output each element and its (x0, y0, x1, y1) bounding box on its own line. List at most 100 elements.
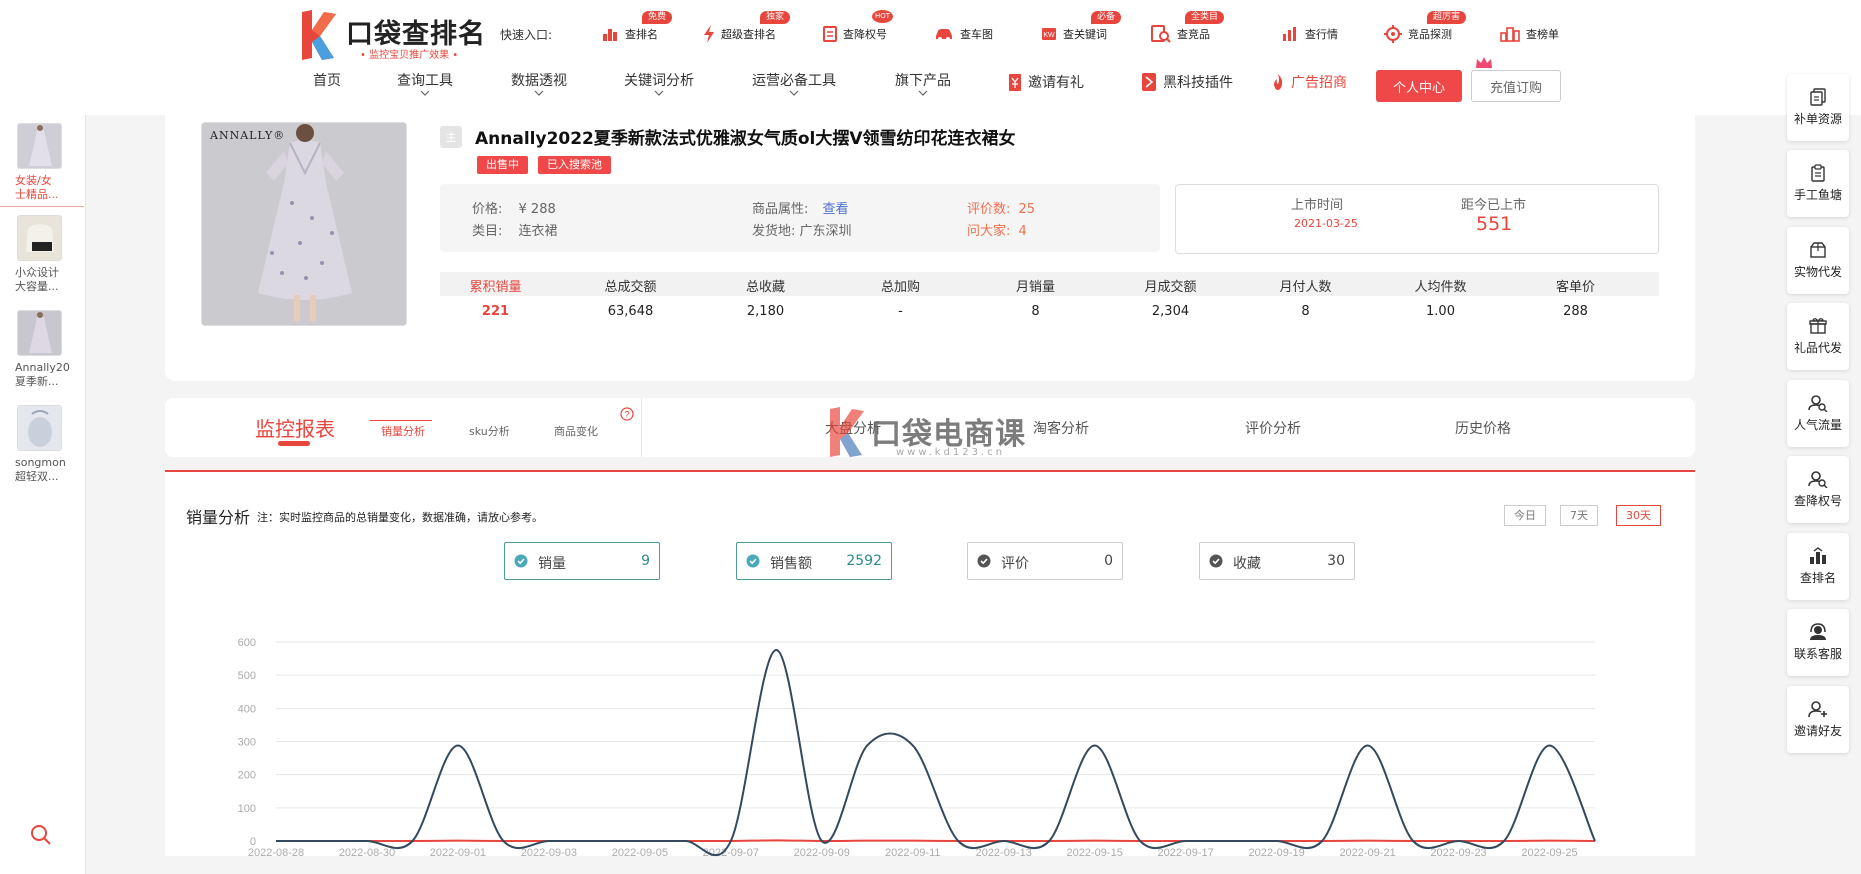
category-label: 类目: (472, 224, 503, 239)
logo[interactable]: 口袋查排名 • 监控宝贝推广效果 • (298, 8, 490, 63)
history-item[interactable]: Annally20 夏季新... (0, 302, 84, 394)
quick-link-demotion-check[interactable]: 查降权号 HOT (823, 10, 893, 44)
metric-label: 评价 (1001, 556, 1029, 572)
history-label: 女装/女 (15, 174, 52, 187)
stat-label: 总成交额 (604, 280, 657, 295)
top-header: 口袋查排名 • 监控宝贝推广效果 • 快速入口: 查排名 免费 超级查排名 独家… (0, 0, 1861, 115)
sidebar-item-label: 邀请好友 (1793, 724, 1842, 738)
quick-link-label: 查行情 (1305, 28, 1338, 41)
nav-plugin[interactable]: 黑科技插件 (1141, 72, 1233, 92)
tab-review-analysis[interactable]: 评价分析 (1245, 418, 1301, 438)
quick-link-car-image[interactable]: 查车图 (934, 24, 993, 44)
quick-link-keyword[interactable]: KW 查关键词 必备 (1041, 11, 1121, 44)
watermark: 口袋电商课 www.kd123.cn (826, 403, 1025, 465)
sidebar-item-label: 查排名 (1799, 571, 1836, 585)
sidebar-item-physical-dropship[interactable]: 实物代发 (1787, 227, 1849, 294)
sales-analysis-title: 销量分析 (186, 508, 251, 527)
quick-link-competitor[interactable]: 查竞品 全类目 (1151, 11, 1224, 44)
nav-invite-reward[interactable]: 邀请有礼 (1008, 72, 1084, 92)
ship-from-value: 广东深圳 (799, 224, 852, 239)
user-search-icon (1808, 471, 1828, 488)
check-circle-icon (1209, 554, 1223, 568)
history-thumbnail (17, 405, 62, 451)
nav-home[interactable]: 首页 (313, 70, 341, 90)
quick-link-label: 查排名 (625, 28, 658, 41)
metric-toggle-sales-amount[interactable]: 销售额 2592 (736, 542, 892, 580)
ship-from-field: 发货地: 广东深圳 (752, 220, 852, 239)
quick-link-rank[interactable]: 查排名 免费 (601, 11, 672, 44)
sidebar-item-order-resources[interactable]: 补单资源 (1787, 74, 1849, 141)
nav-label: 查询工具 (397, 73, 453, 89)
history-thumbnail (17, 310, 62, 356)
bar-chart-icon (1283, 27, 1296, 41)
recharge-button[interactable]: 充值订购 (1471, 70, 1561, 102)
nav-ops-tools[interactable]: 运营必备工具 (752, 70, 836, 96)
nav-keyword-analysis[interactable]: 关键词分析 (624, 70, 694, 96)
rank-icon (1810, 547, 1826, 564)
quick-link-super-rank[interactable]: 超级查排名 独家 (703, 11, 790, 44)
metric-toggle-reviews[interactable]: 评价 0 (967, 542, 1123, 580)
sidebar-item-label: 实物代发 (1793, 265, 1842, 279)
nav-data-pivot[interactable]: 数据透视 (511, 70, 567, 96)
view-attributes-link[interactable]: 查看 (823, 202, 849, 217)
quick-link-competitor-detect[interactable]: 竞品探测 超厉害 (1384, 11, 1466, 44)
sales-line-chart: 01002003004005006002022-08-28 2022-08-30 2… (238, 637, 1596, 858)
product-title: Annally2022夏季新款法式优雅淑女气质ol大摆V领雪纺印花连衣裙女 (475, 129, 1016, 149)
tab-price-history[interactable]: 历史价格 (1455, 418, 1511, 438)
quick-link-ranking-board[interactable]: 查榜单 (1500, 24, 1559, 44)
range-30d-button[interactable]: 30天 (1616, 505, 1661, 526)
sidebar-item-rank[interactable]: 查排名 (1787, 533, 1849, 600)
history-item[interactable]: 小众设计 大容量... (0, 207, 84, 299)
sidebar-item-traffic[interactable]: 人气流量 (1787, 380, 1849, 447)
nav-advertising[interactable]: 广告招商 (1271, 72, 1347, 92)
chevron-down-icon (420, 90, 430, 96)
quick-link-market[interactable]: 查行情 (1281, 24, 1338, 44)
rank-icon (603, 29, 617, 41)
history-label: 小众设计 (15, 266, 59, 279)
nav-query-tools[interactable]: 查询工具 (397, 70, 453, 96)
history-item[interactable]: songmon 超轻双... (0, 397, 84, 489)
ask-everyone-label: 问大家: (967, 224, 1011, 239)
sales-analysis-note: 注：实时监控商品的总销量变化，数据准确，请放心参考。 (257, 511, 543, 524)
status-badge-search-pool: 已入搜索池 (538, 156, 611, 174)
sidebar-item-label: 补单资源 (1793, 112, 1842, 126)
subtab-product-changes[interactable]: 商品变化 (554, 423, 598, 439)
logo-subtitle: • 监控宝贝推广效果 • (360, 50, 459, 61)
main-badge: 主 (440, 126, 462, 148)
personal-center-button[interactable]: 个人中心 (1376, 70, 1462, 102)
sidebar-item-gift-dropship[interactable]: 礼品代发 (1787, 303, 1849, 370)
search-icon[interactable] (29, 823, 53, 847)
nav-products[interactable]: 旗下产品 (895, 70, 951, 96)
range-today-button[interactable]: 今日 (1504, 505, 1546, 526)
essential-tag: 必备 (1090, 11, 1121, 24)
sidebar-item-demotion-check[interactable]: 查降权号 (1787, 456, 1849, 523)
tab-monitor-report[interactable]: 监控报表 (255, 413, 335, 442)
stat-value: 8 (1301, 304, 1310, 319)
history-item[interactable]: 女装/女 士精品... (0, 115, 84, 207)
range-7d-button[interactable]: 7天 (1560, 505, 1598, 526)
metric-toggle-favorites[interactable]: 收藏 30 (1199, 542, 1355, 580)
metric-toggle-sales-volume[interactable]: 销量 9 (504, 542, 660, 580)
gift-icon (1809, 318, 1827, 334)
target-icon (1384, 25, 1402, 43)
svg-text:KW: KW (1043, 32, 1055, 39)
all-category-tag: 全类目 (1184, 11, 1224, 24)
stat-value: - (898, 304, 903, 319)
watermark-url: www.kd123.cn (896, 447, 1006, 458)
package-icon (1810, 242, 1826, 258)
sidebar-item-invite-friends[interactable]: 邀请好友 (1787, 686, 1849, 753)
hot-tag: HOT (871, 10, 893, 23)
x-tick-label: 2022-09-17 (1158, 847, 1214, 858)
sidebar-item-customer-service[interactable]: 联系客服 (1787, 609, 1849, 676)
stat-value: 221 (481, 304, 510, 319)
x-tick-label: 2022-09-21 (1339, 847, 1395, 858)
ranking-board-icon (1500, 27, 1520, 42)
help-icon[interactable]: ? (620, 407, 634, 421)
product-image[interactable]: ANNALLY® (201, 122, 407, 326)
sidebar-item-manual-pond[interactable]: 手工鱼塘 (1787, 150, 1849, 217)
tab-affiliate-analysis[interactable]: 淘客分析 (1033, 418, 1089, 438)
subtab-sales-analysis[interactable]: 销量分析 (381, 423, 425, 439)
price-label: 价格: (472, 202, 503, 217)
subtab-sku-analysis[interactable]: sku分析 (469, 423, 510, 439)
quick-link-label: 查车图 (960, 28, 993, 41)
